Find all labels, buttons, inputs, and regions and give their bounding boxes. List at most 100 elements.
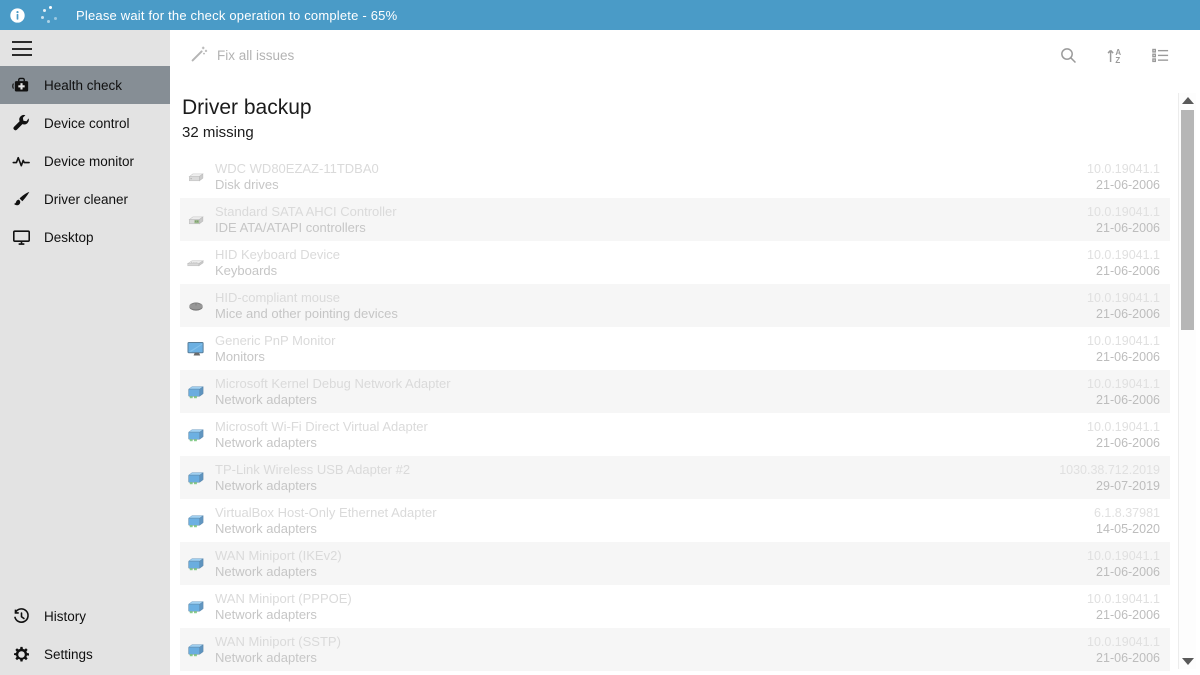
driver-category: Disk drives xyxy=(215,177,1087,193)
driver-row[interactable]: VirtualBox Host-Only Ethernet AdapterNet… xyxy=(180,499,1170,542)
sidebar-item-desktop[interactable]: Desktop xyxy=(0,218,170,256)
search-icon[interactable] xyxy=(1059,46,1078,65)
keyboard-icon xyxy=(186,253,206,273)
main-panel: Fix all issues AZ Driver backup 32 missi… xyxy=(170,30,1200,675)
sidebar: Health check Device control Device monitor… xyxy=(0,30,170,675)
missing-count: 32 missing xyxy=(182,124,1200,141)
status-message: Please wait for the check operation to c… xyxy=(76,8,397,23)
driver-texts: WAN Miniport (IKEv2)Network adapters xyxy=(215,548,1087,580)
fix-all-issues-label: Fix all issues xyxy=(217,48,294,63)
driver-version: 1030.38.712.2019 xyxy=(1059,462,1160,478)
activity-icon xyxy=(12,152,31,171)
sidebar-item-label: Desktop xyxy=(44,230,94,245)
driver-row[interactable]: Microsoft Wi-Fi Direct Virtual AdapterNe… xyxy=(180,413,1170,456)
driver-texts: WAN Miniport (PPPOE)Network adapters xyxy=(215,591,1087,623)
driver-category: Network adapters xyxy=(215,392,1087,408)
network-icon xyxy=(186,425,206,445)
driver-texts: Generic PnP MonitorMonitors xyxy=(215,333,1087,365)
list-view-icon[interactable] xyxy=(1151,46,1170,65)
driver-version: 10.0.19041.1 xyxy=(1087,548,1160,564)
driver-category: Network adapters xyxy=(215,564,1087,580)
sidebar-item-label: Device control xyxy=(44,116,130,131)
driver-date: 21-06-2006 xyxy=(1087,306,1160,322)
driver-category: Monitors xyxy=(215,349,1087,365)
sidebar-item-device-control[interactable]: Device control xyxy=(0,104,170,142)
driver-meta: 10.0.19041.121-06-2006 xyxy=(1087,376,1160,408)
driver-row[interactable]: Standard SATA AHCI ControllerIDE ATA/ATA… xyxy=(180,198,1170,241)
driver-version: 10.0.19041.1 xyxy=(1087,419,1160,435)
driver-texts: Microsoft Wi-Fi Direct Virtual AdapterNe… xyxy=(215,419,1087,451)
driver-name: HID-compliant mouse xyxy=(215,290,1087,306)
driver-name: WDC WD80EZAZ-11TDBA0 xyxy=(215,161,1087,177)
driver-texts: HID-compliant mouseMice and other pointi… xyxy=(215,290,1087,322)
driver-meta: 10.0.19041.121-06-2006 xyxy=(1087,290,1160,322)
driver-meta: 10.0.19041.121-06-2006 xyxy=(1087,548,1160,580)
driver-texts: WDC WD80EZAZ-11TDBA0Disk drives xyxy=(215,161,1087,193)
driver-date: 21-06-2006 xyxy=(1087,177,1160,193)
driver-name: WAN Miniport (IKEv2) xyxy=(215,548,1087,564)
driver-date: 21-06-2006 xyxy=(1087,392,1160,408)
driver-meta: 10.0.19041.121-06-2006 xyxy=(1087,591,1160,623)
sidebar-nav: Health check Device control Device monitor… xyxy=(0,66,170,256)
network-icon xyxy=(186,511,206,531)
driver-row[interactable]: TP-Link Wireless USB Adapter #2Network a… xyxy=(180,456,1170,499)
sidebar-item-label: Health check xyxy=(44,78,122,93)
network-icon xyxy=(186,640,206,660)
driver-date: 21-06-2006 xyxy=(1087,349,1160,365)
hamburger-menu-icon[interactable] xyxy=(12,41,32,56)
driver-row[interactable]: Generic PnP MonitorMonitors10.0.19041.12… xyxy=(180,327,1170,370)
scrollbar-thumb[interactable] xyxy=(1181,110,1194,330)
sidebar-item-settings[interactable]: Settings xyxy=(0,635,170,673)
sidebar-item-history[interactable]: History xyxy=(0,597,170,635)
driver-row[interactable]: WAN Miniport (SSTP)Network adapters10.0.… xyxy=(180,628,1170,671)
toolbar-right: AZ xyxy=(1059,46,1182,65)
driver-row[interactable]: HID Keyboard DeviceKeyboards10.0.19041.1… xyxy=(180,241,1170,284)
driver-version: 10.0.19041.1 xyxy=(1087,161,1160,177)
sort-az-icon[interactable]: AZ xyxy=(1105,46,1124,65)
driver-row[interactable]: WAN Miniport (IKEv2)Network adapters10.0… xyxy=(180,542,1170,585)
network-icon xyxy=(186,468,206,488)
driver-version: 10.0.19041.1 xyxy=(1087,591,1160,607)
driver-name: Generic PnP Monitor xyxy=(215,333,1087,349)
driver-row[interactable]: HID-compliant mouseMice and other pointi… xyxy=(180,284,1170,327)
driver-category: Keyboards xyxy=(215,263,1087,279)
driver-date: 29-07-2019 xyxy=(1059,478,1160,494)
driver-version: 10.0.19041.1 xyxy=(1087,376,1160,392)
monitor-device-icon xyxy=(186,339,206,359)
driver-texts: TP-Link Wireless USB Adapter #2Network a… xyxy=(215,462,1059,494)
driver-meta: 10.0.19041.121-06-2006 xyxy=(1087,161,1160,193)
sidebar-item-label: Settings xyxy=(44,647,93,662)
sidebar-item-label: History xyxy=(44,609,86,624)
driver-row[interactable]: WDC WD80EZAZ-11TDBA0Disk drives10.0.1904… xyxy=(180,155,1170,198)
driver-meta: 10.0.19041.121-06-2006 xyxy=(1087,634,1160,666)
driver-meta: 10.0.19041.121-06-2006 xyxy=(1087,204,1160,236)
network-icon xyxy=(186,597,206,617)
driver-row[interactable]: Microsoft Kernel Debug Network AdapterNe… xyxy=(180,370,1170,413)
driver-meta: 10.0.19041.121-06-2006 xyxy=(1087,333,1160,365)
network-icon xyxy=(186,382,206,402)
driver-date: 21-06-2006 xyxy=(1087,263,1160,279)
info-icon xyxy=(9,7,26,24)
sidebar-item-driver-cleaner[interactable]: Driver cleaner xyxy=(0,180,170,218)
driver-category: Network adapters xyxy=(215,435,1087,451)
network-icon xyxy=(186,554,206,574)
driver-name: WAN Miniport (PPPOE) xyxy=(215,591,1087,607)
driver-version: 10.0.19041.1 xyxy=(1087,634,1160,650)
sidebar-item-device-monitor[interactable]: Device monitor xyxy=(0,142,170,180)
driver-version: 10.0.19041.1 xyxy=(1087,290,1160,306)
desktop-icon xyxy=(12,228,31,247)
scroll-up-icon[interactable] xyxy=(1182,97,1194,104)
fix-all-issues-button[interactable]: Fix all issues xyxy=(190,45,294,66)
driver-date: 21-06-2006 xyxy=(1087,650,1160,666)
scrollbar[interactable] xyxy=(1178,93,1196,669)
driver-category: Mice and other pointing devices xyxy=(215,306,1087,322)
driver-texts: HID Keyboard DeviceKeyboards xyxy=(215,247,1087,279)
svg-text:Z: Z xyxy=(1115,55,1120,64)
sidebar-item-health-check[interactable]: Health check xyxy=(0,66,170,104)
scroll-down-icon[interactable] xyxy=(1182,658,1194,665)
driver-texts: Standard SATA AHCI ControllerIDE ATA/ATA… xyxy=(215,204,1087,236)
driver-name: Microsoft Wi-Fi Direct Virtual Adapter xyxy=(215,419,1087,435)
driver-row[interactable]: WAN Miniport (PPPOE)Network adapters10.0… xyxy=(180,585,1170,628)
health-kit-icon xyxy=(12,76,31,95)
mouse-icon xyxy=(186,296,206,316)
